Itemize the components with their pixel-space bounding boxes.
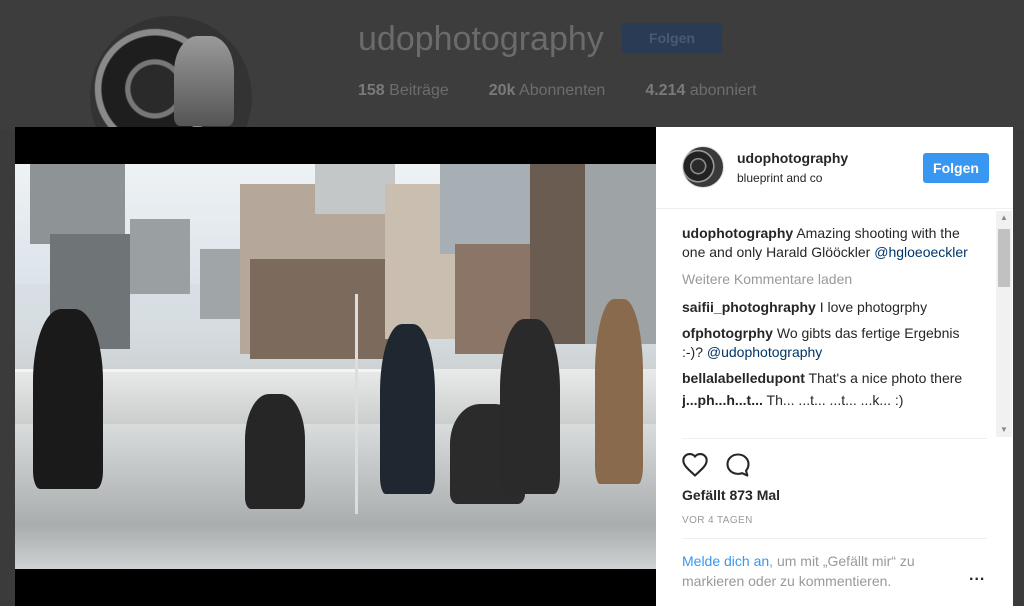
follow-button[interactable]: Folgen bbox=[923, 153, 989, 183]
post-photo[interactable] bbox=[15, 164, 656, 569]
post-username[interactable]: udophotography bbox=[737, 150, 848, 166]
comment-username[interactable]: ofphotogrphy bbox=[682, 325, 773, 341]
like-count[interactable]: Gefällt 873 Mal bbox=[682, 487, 780, 503]
caption: udophotography Amazing shooting with the… bbox=[682, 224, 982, 262]
comment-list: udophotography Amazing shooting with the… bbox=[682, 224, 982, 438]
post-timestamp: VOR 4 TAGEN bbox=[682, 515, 753, 526]
divider bbox=[682, 438, 987, 439]
load-more-comments[interactable]: Weitere Kommentare laden bbox=[682, 270, 982, 289]
post-modal: udophotography blueprint and co Folgen u… bbox=[15, 127, 1013, 606]
stat-following[interactable]: 4.214 abonniert bbox=[645, 82, 756, 100]
list-item: bellalabelledupont That's a nice photo t… bbox=[682, 369, 982, 388]
profile-header: udophotography Folgen 158 Beiträge 20k A… bbox=[0, 0, 1024, 178]
comment-icon[interactable] bbox=[724, 451, 752, 479]
comment-username[interactable]: saifii_photoghraphy bbox=[682, 299, 816, 315]
heart-icon[interactable] bbox=[681, 451, 709, 479]
comments-scrollbar[interactable]: ▲ ▼ bbox=[996, 211, 1012, 437]
comment-mention[interactable]: @udophotography bbox=[707, 344, 822, 360]
list-item: ofphotogrphy Wo gibts das fertige Ergebn… bbox=[682, 324, 982, 362]
comment-username[interactable]: bellalabelledupont bbox=[682, 370, 805, 386]
profile-username: udophotography bbox=[358, 20, 604, 58]
caption-username[interactable]: udophotography bbox=[682, 225, 793, 241]
stat-followers[interactable]: 20k Abonnenten bbox=[489, 82, 606, 100]
scroll-up-icon[interactable]: ▲ bbox=[996, 211, 1012, 225]
list-item: j...ph...h...t... Th... ...t... ...t... … bbox=[682, 391, 982, 410]
stat-posts: 158 Beiträge bbox=[358, 82, 449, 99]
more-options-icon[interactable]: ... bbox=[969, 567, 985, 585]
comment-text: That's a nice photo there bbox=[808, 370, 963, 386]
avatar[interactable] bbox=[682, 146, 724, 188]
list-item: saifii_photoghraphy I love photogrphy bbox=[682, 298, 982, 317]
post-sidebar: udophotography blueprint and co Folgen u… bbox=[656, 127, 1013, 606]
scrollbar-thumb[interactable] bbox=[998, 229, 1010, 287]
comment-text: I love photogrphy bbox=[819, 299, 928, 315]
profile-stats: 158 Beiträge 20k Abonnenten 4.214 abonni… bbox=[358, 82, 757, 100]
post-location[interactable]: blueprint and co bbox=[737, 171, 822, 185]
profile-follow-button[interactable]: Folgen bbox=[622, 23, 722, 53]
login-prompt: Melde dich an, um mit „Gefällt mir“ zu m… bbox=[682, 551, 952, 591]
divider bbox=[682, 538, 987, 539]
post-header: udophotography blueprint and co Folgen bbox=[656, 127, 1013, 209]
comment-text: Th... ...t... ...t... ...k... :) bbox=[766, 392, 904, 408]
caption-mention[interactable]: @hgloeoeckler bbox=[874, 244, 968, 260]
login-link[interactable]: Melde dich an bbox=[682, 553, 769, 569]
post-media bbox=[15, 127, 656, 606]
comment-username[interactable]: j...ph...h...t... bbox=[682, 392, 763, 408]
scroll-down-icon[interactable]: ▼ bbox=[996, 423, 1012, 437]
